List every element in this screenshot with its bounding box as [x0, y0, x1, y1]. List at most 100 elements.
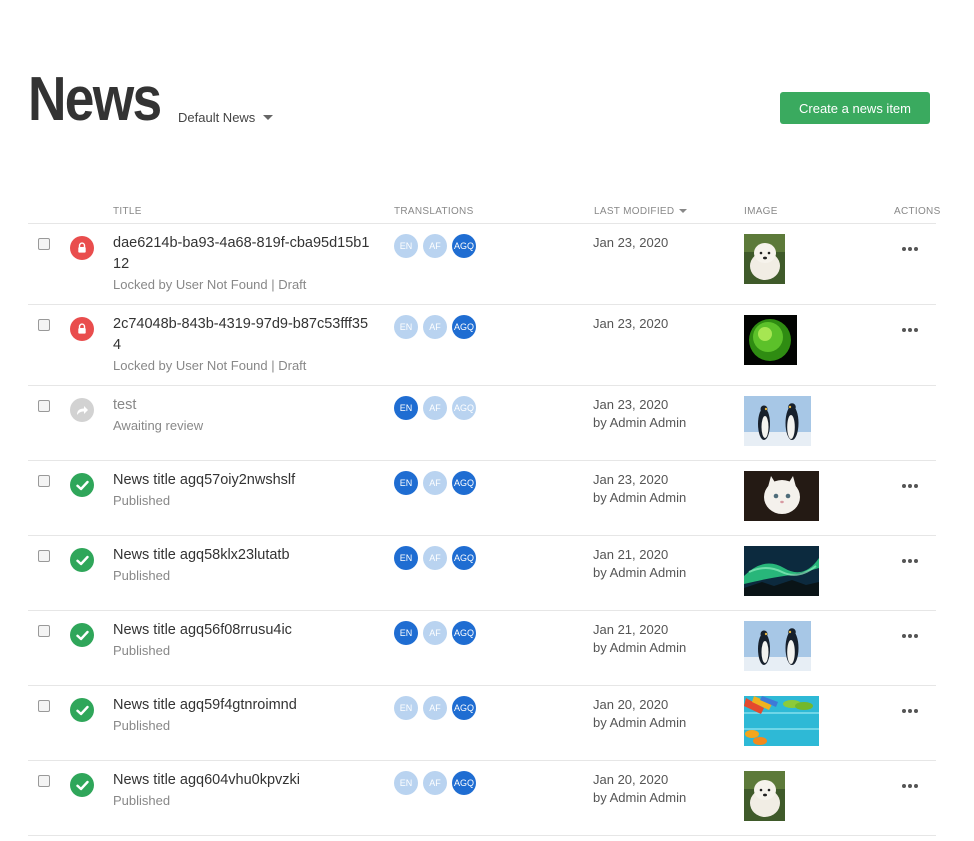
translation-badge-en[interactable]: EN [394, 546, 418, 570]
more-actions-icon[interactable] [902, 481, 918, 491]
create-news-item-button[interactable]: Create a news item [780, 92, 930, 124]
translation-badge-en[interactable]: EN [394, 396, 418, 420]
title-cell: test Awaiting review [113, 395, 373, 436]
translation-badge-en[interactable]: EN [394, 234, 418, 258]
translation-badge-agq[interactable]: AGQ [452, 471, 476, 495]
status-text: Published [113, 643, 171, 658]
modified-author: by Admin Admin [593, 715, 687, 730]
modified-author: by Admin Admin [593, 790, 687, 805]
translation-badge-en[interactable]: EN [394, 696, 418, 720]
table-row: News title agq57oiy2nwshslf Published EN… [28, 461, 936, 536]
translation-badge-en[interactable]: EN [394, 471, 418, 495]
column-header-image: IMAGE [744, 206, 778, 217]
news-image-thumbnail[interactable] [744, 621, 811, 671]
modified-date: Jan 21, 2020 [593, 547, 669, 562]
news-title-link[interactable]: News title agq56f08rrusu4ic [113, 620, 373, 641]
translations-cell: EN AF AGQ [394, 315, 476, 339]
more-actions-icon[interactable] [902, 706, 918, 716]
more-actions-icon[interactable] [902, 556, 918, 566]
table-row: News title agq56f08rrusu4ic Published EN… [28, 611, 936, 686]
translation-badge-en[interactable]: EN [394, 315, 418, 339]
column-header-last-modified[interactable]: LAST MODIFIED [594, 206, 688, 217]
news-image-thumbnail[interactable] [744, 471, 819, 521]
chevron-down-icon [263, 115, 274, 120]
column-header-title[interactable]: TITLE [113, 206, 142, 217]
title-cell: News title agq58klx23lutatb Published [113, 545, 373, 586]
table-row: News title agq59f4gtnroimnd Published EN… [28, 686, 936, 761]
news-image-thumbnail[interactable] [744, 396, 811, 446]
translation-badge-af[interactable]: AF [423, 471, 447, 495]
row-checkbox[interactable] [38, 238, 50, 250]
translation-badge-agq[interactable]: AGQ [452, 234, 476, 258]
news-title-link[interactable]: News title agq57oiy2nwshslf [113, 470, 373, 491]
check-icon [70, 548, 94, 572]
translations-cell: EN AF AGQ [394, 471, 476, 495]
column-header-translations: TRANSLATIONS [394, 206, 474, 217]
modified-date: Jan 23, 2020 [593, 316, 669, 331]
row-checkbox[interactable] [38, 475, 50, 487]
column-header-actions: ACTIONS [894, 206, 941, 217]
news-image-thumbnail[interactable] [744, 234, 785, 284]
news-title-link[interactable]: test [113, 395, 373, 416]
modified-date: Jan 23, 2020 [593, 235, 669, 250]
page-title: News [28, 65, 162, 134]
translation-badge-agq[interactable]: AGQ [452, 621, 476, 645]
translation-badge-en[interactable]: EN [394, 771, 418, 795]
translation-badge-en[interactable]: EN [394, 621, 418, 645]
translations-cell: EN AF AGQ [394, 396, 476, 420]
modified-date: Jan 21, 2020 [593, 622, 669, 637]
row-checkbox[interactable] [38, 625, 50, 637]
status-text: Published [113, 793, 171, 808]
more-actions-icon[interactable] [902, 244, 918, 254]
translation-badge-agq[interactable]: AGQ [452, 396, 476, 420]
title-cell: News title agq57oiy2nwshslf Published [113, 470, 373, 511]
title-cell: News title agq56f08rrusu4ic Published [113, 620, 373, 661]
table-row: News title agq58klx23lutatb Published EN… [28, 536, 936, 611]
channel-label: Default News [178, 110, 256, 125]
modified-date: Jan 23, 2020 [593, 472, 669, 487]
more-actions-icon[interactable] [902, 631, 918, 641]
row-checkbox[interactable] [38, 700, 50, 712]
translation-badge-agq[interactable]: AGQ [452, 546, 476, 570]
translation-badge-af[interactable]: AF [423, 771, 447, 795]
news-table: TITLE TRANSLATIONS LAST MODIFIED IMAGE A… [28, 200, 940, 836]
translation-badge-af[interactable]: AF [423, 396, 447, 420]
translation-badge-agq[interactable]: AGQ [452, 771, 476, 795]
status-text: Locked by User Not Found | Draft [113, 277, 307, 292]
translation-badge-af[interactable]: AF [423, 234, 447, 258]
channel-selector[interactable]: Default News [178, 110, 274, 125]
news-title-link[interactable]: dae6214b-ba93-4a68-819f-cba95d15b112 [113, 233, 373, 275]
title-cell: 2c74048b-843b-4319-97d9-b87c53fff354 Loc… [113, 314, 373, 376]
last-modified-cell: Jan 21, 2020 by Admin Admin [593, 546, 686, 582]
news-image-thumbnail[interactable] [744, 771, 785, 821]
translations-cell: EN AF AGQ [394, 771, 476, 795]
row-checkbox[interactable] [38, 775, 50, 787]
table-row: test Awaiting review EN AF AGQ Jan 23, 202… [28, 386, 936, 461]
more-actions-icon[interactable] [902, 781, 918, 791]
row-checkbox[interactable] [38, 400, 50, 412]
news-title-link[interactable]: News title agq58klx23lutatb [113, 545, 373, 566]
last-modified-cell: Jan 23, 2020 by Admin Admin [593, 396, 686, 432]
modified-date: Jan 23, 2020 [593, 397, 669, 412]
news-title-link[interactable]: 2c74048b-843b-4319-97d9-b87c53fff354 [113, 314, 373, 356]
translation-badge-af[interactable]: AF [423, 696, 447, 720]
translation-badge-af[interactable]: AF [423, 546, 447, 570]
translation-badge-agq[interactable]: AGQ [452, 315, 476, 339]
check-icon [70, 773, 94, 797]
translation-badge-agq[interactable]: AGQ [452, 696, 476, 720]
row-checkbox[interactable] [38, 550, 50, 562]
more-actions-icon[interactable] [902, 325, 918, 335]
last-modified-cell: Jan 21, 2020 by Admin Admin [593, 621, 686, 657]
news-image-thumbnail[interactable] [744, 315, 797, 365]
row-checkbox[interactable] [38, 319, 50, 331]
news-image-thumbnail[interactable] [744, 696, 819, 746]
title-cell: News title agq59f4gtnroimnd Published [113, 695, 373, 736]
news-image-thumbnail[interactable] [744, 546, 819, 596]
status-text: Published [113, 493, 171, 508]
translation-badge-af[interactable]: AF [423, 621, 447, 645]
check-icon [70, 698, 94, 722]
news-title-link[interactable]: News title agq59f4gtnroimnd [113, 695, 373, 716]
translation-badge-af[interactable]: AF [423, 315, 447, 339]
title-cell: News title agq604vhu0kpvzki Published [113, 770, 373, 811]
news-title-link[interactable]: News title agq604vhu0kpvzki [113, 770, 373, 791]
